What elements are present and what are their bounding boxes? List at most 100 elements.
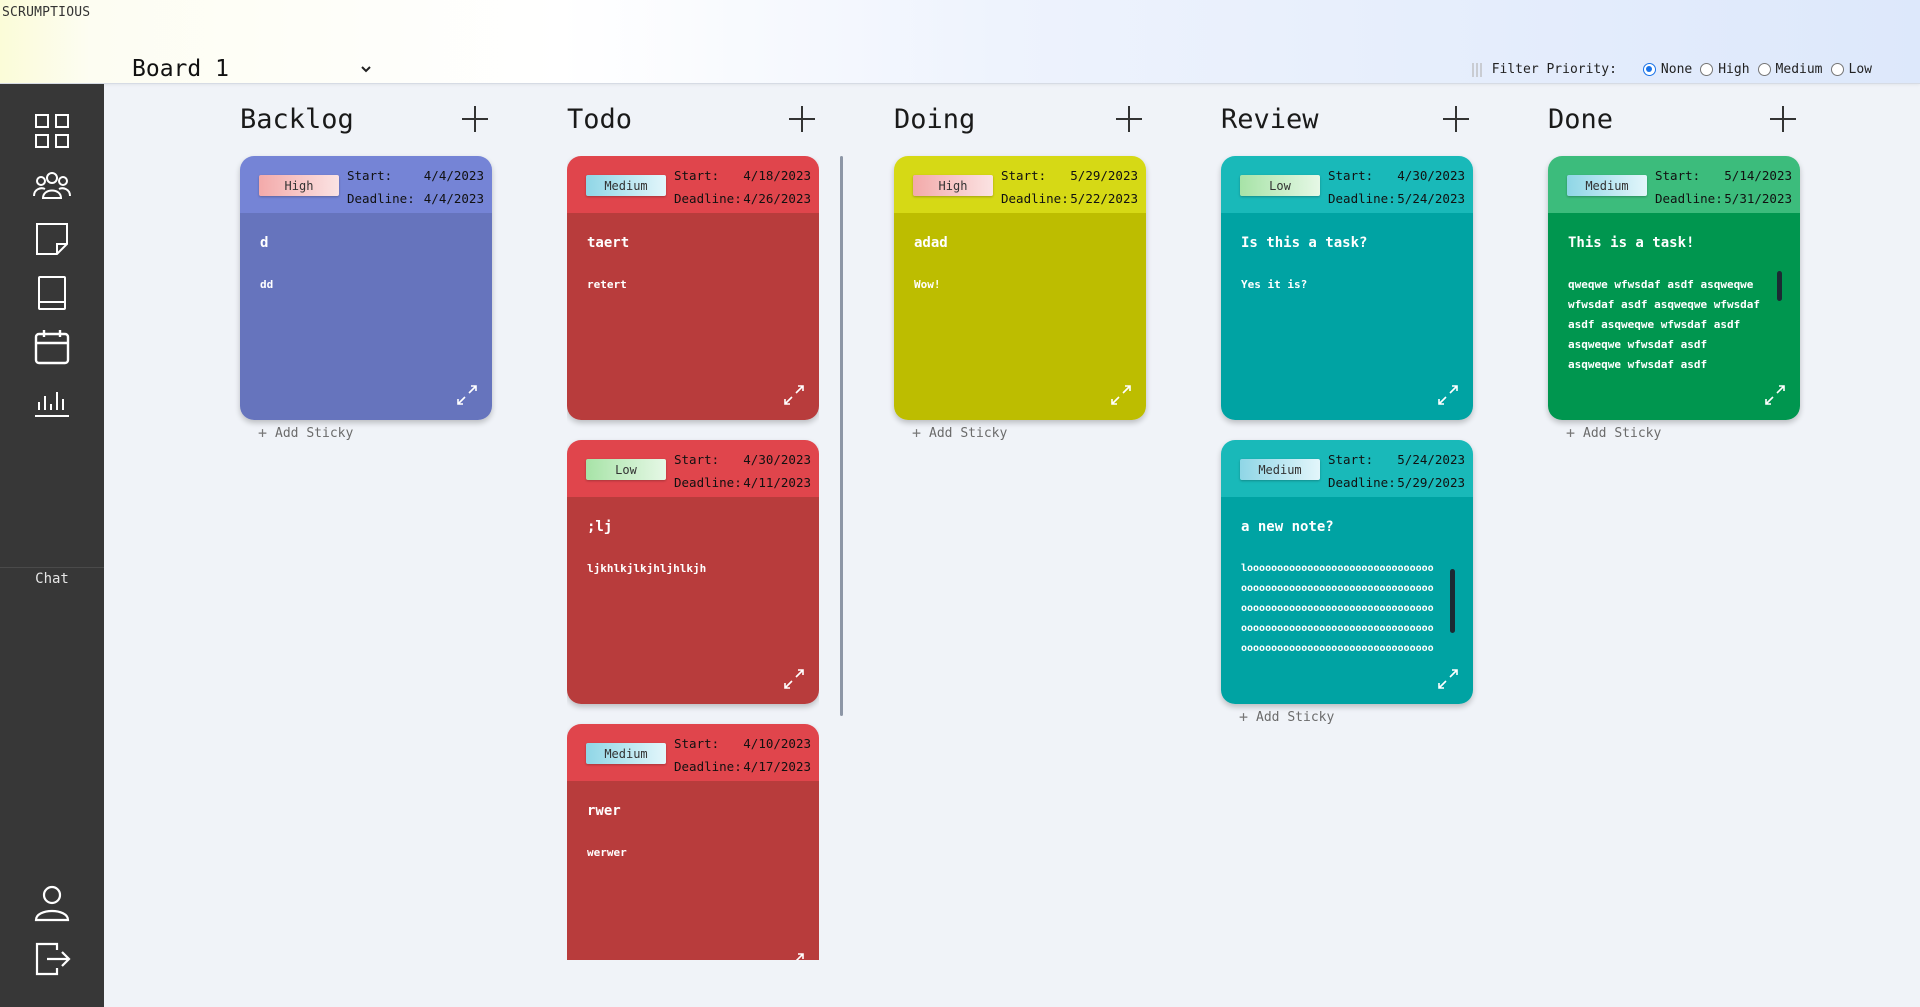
column-title: Todo: [567, 104, 633, 135]
expand-icon[interactable]: [1764, 384, 1786, 406]
card-dates: Start: 5/29/2023 Deadline: 5/22/2023: [1001, 164, 1138, 210]
add-sticky-button[interactable]: + Add Sticky: [912, 424, 1007, 442]
card-header: Medium Start: 5/14/2023 Deadline: 5/31/202…: [1548, 156, 1800, 213]
start-date: 5/29/2023: [1070, 168, 1138, 183]
priority-tag: High: [259, 175, 339, 196]
card-body: rwer werwer: [567, 781, 819, 960]
card-title: a new note?: [1241, 519, 1334, 535]
column-title: Doing: [894, 104, 976, 135]
card-dates: Start: 4/4/2023 Deadline: 4/4/2023: [347, 164, 484, 210]
add-card-button[interactable]: [789, 106, 815, 132]
card-title: adad: [914, 235, 948, 251]
column-title: Backlog: [240, 104, 354, 135]
app-title: SCRUMPTIOUS: [2, 5, 91, 20]
radio-none[interactable]: [1642, 63, 1656, 76]
card-header: Low Start: 4/30/2023 Deadline: 4/11/2023: [567, 440, 819, 497]
column-header: Backlog: [240, 100, 492, 142]
start-date: 4/4/2023: [423, 168, 484, 183]
card-header: Medium Start: 5/24/2023 Deadline: 5/29/202…: [1221, 440, 1473, 497]
priority-tag: Medium: [586, 175, 666, 196]
card-title: ;lj: [587, 519, 613, 535]
radio-medium[interactable]: [1757, 63, 1771, 76]
card-text: Wow!: [914, 278, 941, 291]
expand-icon[interactable]: [783, 952, 805, 960]
calendar-icon[interactable]: [33, 328, 71, 366]
filter-option-medium[interactable]: Medium: [1757, 62, 1823, 77]
drag-handle-icon[interactable]: [1471, 62, 1484, 77]
sticky-card[interactable]: High Start: 5/29/2023 Deadline: 5/22/2023 …: [894, 156, 1146, 420]
start-date: 5/24/2023: [1397, 452, 1465, 467]
card-header: High Start: 5/29/2023 Deadline: 5/22/2023: [894, 156, 1146, 213]
filter-option-none[interactable]: None: [1642, 62, 1692, 77]
sticky-card[interactable]: Medium Start: 4/18/2023 Deadline: 4/26/202…: [567, 156, 819, 420]
card-dates: Start: 4/10/2023 Deadline: 4/17/2023: [674, 732, 811, 778]
expand-icon[interactable]: [1437, 384, 1459, 406]
card-scrollbar[interactable]: [1450, 569, 1455, 633]
sticky-card[interactable]: Medium Start: 5/14/2023 Deadline: 5/31/202…: [1548, 156, 1800, 420]
column-header: Doing: [894, 100, 1146, 142]
chart-icon[interactable]: [33, 382, 71, 420]
card-title: Is this a task?: [1241, 235, 1368, 251]
deadline-date: 4/26/2023: [743, 191, 811, 206]
expand-icon[interactable]: [783, 668, 805, 690]
start-date: 4/30/2023: [743, 452, 811, 467]
logout-icon[interactable]: [33, 940, 71, 978]
start-date: 4/18/2023: [743, 168, 811, 183]
add-sticky-button[interactable]: + Add Sticky: [1239, 708, 1334, 726]
filter-label: Filter Priority:: [1491, 62, 1617, 77]
add-sticky-button[interactable]: + Add Sticky: [258, 424, 353, 442]
radio-low[interactable]: [1830, 63, 1844, 76]
card-title: d: [260, 235, 269, 251]
add-sticky-button[interactable]: + Add Sticky: [1566, 424, 1661, 442]
team-icon[interactable]: [33, 166, 71, 204]
user-icon[interactable]: [33, 884, 71, 922]
sticky-card[interactable]: Medium Start: 4/10/2023 Deadline: 4/17/202…: [567, 724, 819, 960]
priority-filter: Filter Priority: None High Medium Low: [1471, 62, 1872, 77]
card-text: dd: [260, 278, 274, 291]
expand-icon[interactable]: [783, 384, 805, 406]
add-card-button[interactable]: [1116, 106, 1142, 132]
sticky-card[interactable]: High Start: 4/4/2023 Deadline: 4/4/2023 d …: [240, 156, 492, 420]
card-scrollbar[interactable]: [1777, 271, 1782, 301]
card-dates: Start: 5/24/2023 Deadline: 5/29/2023: [1328, 448, 1465, 494]
dashboard-icon[interactable]: [33, 112, 71, 150]
sticky-note-icon[interactable]: [33, 220, 71, 258]
column-backlog: Backlog High Start: 4/4/2023 Deadline: 4/4…: [240, 100, 492, 442]
card-dates: Start: 4/18/2023 Deadline: 4/26/2023: [674, 164, 811, 210]
priority-tag: Medium: [586, 743, 666, 764]
sticky-card[interactable]: Medium Start: 5/24/2023 Deadline: 5/29/202…: [1221, 440, 1473, 704]
add-card-button[interactable]: [1770, 106, 1796, 132]
priority-tag: Low: [1240, 175, 1320, 196]
sidebar: Chat: [0, 84, 104, 1007]
deadline-date: 4/4/2023: [423, 191, 484, 206]
card-text: retert: [587, 278, 627, 291]
card-header: High Start: 4/4/2023 Deadline: 4/4/2023: [240, 156, 492, 213]
filter-option-low[interactable]: Low: [1830, 62, 1872, 77]
chat-button[interactable]: Chat: [0, 571, 104, 587]
column-header: Review: [1221, 100, 1473, 142]
column-doing: Doing High Start: 5/29/2023 Deadline: 5/22…: [894, 100, 1146, 442]
sticky-card[interactable]: Low Start: 4/30/2023 Deadline: 5/24/2023 I…: [1221, 156, 1473, 420]
expand-icon[interactable]: [1110, 384, 1132, 406]
card-text: qweqwe wfwsdaf asdf asqweqwe wfwsdaf asd…: [1568, 278, 1761, 371]
expand-icon[interactable]: [456, 384, 478, 406]
filter-option-high[interactable]: High: [1700, 62, 1750, 77]
start-date: 4/10/2023: [743, 736, 811, 751]
column-title: Review: [1221, 104, 1319, 135]
card-list: Medium Start: 4/18/2023 Deadline: 4/26/202…: [567, 156, 819, 960]
card-body: This is a task! qweqwe wfwsdaf asdf asqw…: [1548, 213, 1800, 420]
board-select[interactable]: Board 1: [132, 54, 372, 84]
radio-high[interactable]: [1700, 63, 1714, 76]
book-icon[interactable]: [33, 274, 71, 312]
expand-icon[interactable]: [1437, 668, 1459, 690]
start-date: 5/14/2023: [1724, 168, 1792, 183]
deadline-date: 5/24/2023: [1397, 191, 1465, 206]
column-review: Review Low Start: 4/30/2023 Deadline: 5/24…: [1221, 100, 1473, 726]
add-card-button[interactable]: [1443, 106, 1469, 132]
card-body: taert retert: [567, 213, 819, 420]
add-card-button[interactable]: [462, 106, 488, 132]
sticky-card[interactable]: Low Start: 4/30/2023 Deadline: 4/11/2023 ;…: [567, 440, 819, 704]
column-done: Done Medium Start: 5/14/2023 Deadline: 5/3…: [1548, 100, 1800, 442]
card-title: This is a task!: [1568, 235, 1695, 251]
column-scrollbar[interactable]: [840, 156, 843, 716]
